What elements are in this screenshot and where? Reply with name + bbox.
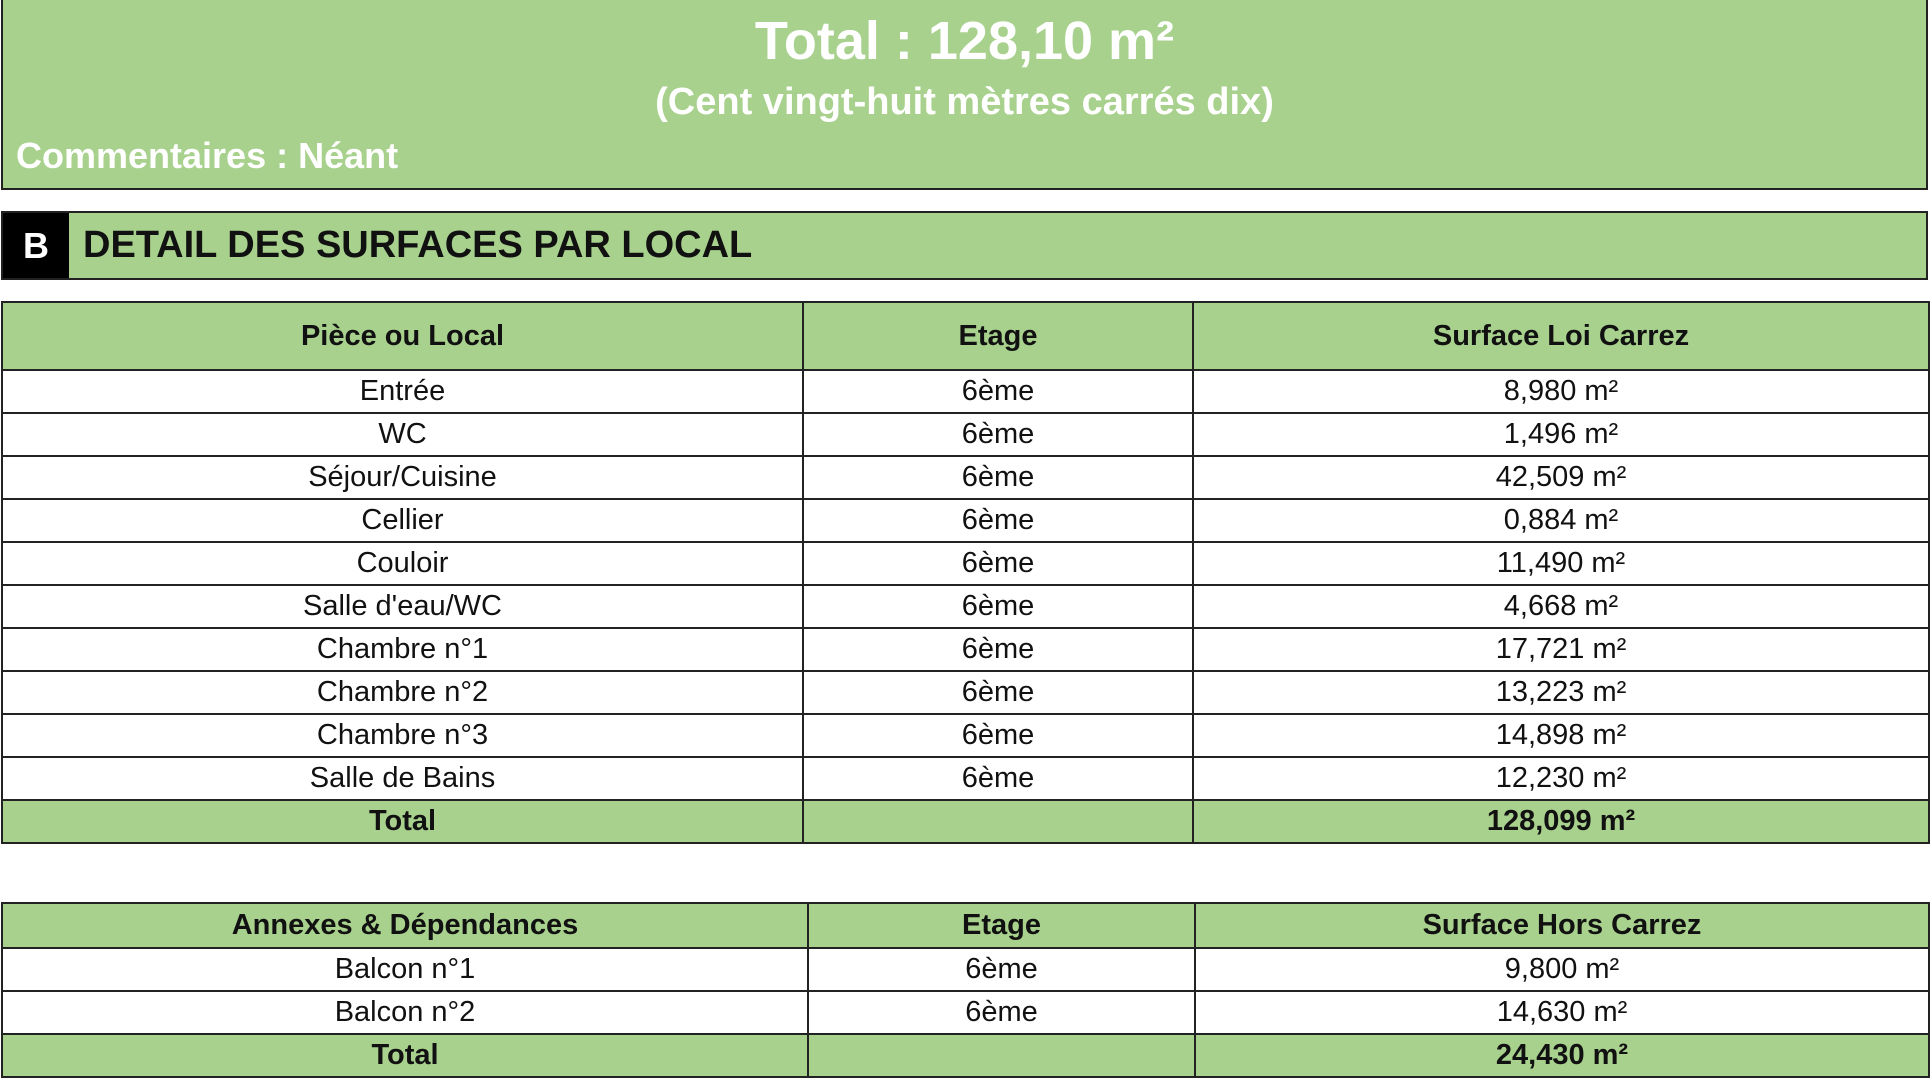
- annexes-table: Annexes & Dépendances Etage Surface Hors…: [1, 902, 1930, 1078]
- total-value: 128,099 m²: [1192, 799, 1930, 844]
- cell-piece: Couloir: [1, 541, 804, 586]
- total-row: Total 24,430 m²: [1, 1033, 1930, 1078]
- table-row: Balcon n°1 6ème 9,800 m²: [1, 947, 1930, 992]
- total-etage: [807, 1033, 1196, 1078]
- cell-piece: Chambre n°3: [1, 713, 804, 758]
- cell-etage: 6ème: [802, 541, 1194, 586]
- section-header: B DETAIL DES SURFACES PAR LOCAL: [1, 211, 1928, 280]
- cell-etage: 6ème: [807, 990, 1196, 1035]
- cell-surface: 17,721 m²: [1192, 627, 1930, 672]
- cell-surface: 0,884 m²: [1192, 498, 1930, 543]
- cell-surface: 12,230 m²: [1192, 756, 1930, 801]
- section-letter: B: [3, 213, 69, 278]
- cell-annexe: Balcon n°1: [1, 947, 809, 992]
- table-row: Entrée 6ème 8,980 m²: [1, 369, 1930, 414]
- cell-etage: 6ème: [802, 498, 1194, 543]
- total-row: Total 128,099 m²: [1, 799, 1930, 844]
- table-row: Salle d'eau/WC 6ème 4,668 m²: [1, 584, 1930, 629]
- table-header-row: Annexes & Dépendances Etage Surface Hors…: [1, 902, 1930, 949]
- cell-surface: 8,980 m²: [1192, 369, 1930, 414]
- cell-piece: WC: [1, 412, 804, 457]
- table-row: Cellier 6ème 0,884 m²: [1, 498, 1930, 543]
- cell-etage: 6ème: [802, 756, 1194, 801]
- cell-etage: 6ème: [802, 584, 1194, 629]
- cell-piece: Salle d'eau/WC: [1, 584, 804, 629]
- total-surface: Total : 128,10 m²: [754, 11, 1175, 71]
- summary-banner: Total : 128,10 m² (Cent vingt-huit mètre…: [1, 0, 1928, 190]
- cell-surface: 14,898 m²: [1192, 713, 1930, 758]
- table-row: Chambre n°3 6ème 14,898 m²: [1, 713, 1930, 758]
- cell-etage: 6ème: [802, 713, 1194, 758]
- cell-surface: 4,668 m²: [1192, 584, 1930, 629]
- cell-etage: 6ème: [802, 670, 1194, 715]
- cell-etage: 6ème: [802, 369, 1194, 414]
- table-row: Chambre n°1 6ème 17,721 m²: [1, 627, 1930, 672]
- cell-surface: 9,800 m²: [1194, 947, 1930, 992]
- column-header-piece: Pièce ou Local: [1, 301, 804, 371]
- total-surface-words: (Cent vingt-huit mètres carrés dix): [655, 81, 1274, 123]
- column-header-annexe: Annexes & Dépendances: [1, 902, 809, 949]
- cell-etage: 6ème: [802, 627, 1194, 672]
- column-header-etage: Etage: [802, 301, 1194, 371]
- column-header-etage: Etage: [807, 902, 1196, 949]
- total-label: Total: [1, 799, 804, 844]
- cell-etage: 6ème: [802, 455, 1194, 500]
- cell-piece: Chambre n°1: [1, 627, 804, 672]
- cell-piece: Salle de Bains: [1, 756, 804, 801]
- table-row: Salle de Bains 6ème 12,230 m²: [1, 756, 1930, 801]
- cell-etage: 6ème: [802, 412, 1194, 457]
- page: Total : 128,10 m² (Cent vingt-huit mètre…: [0, 0, 1931, 1080]
- total-label: Total: [1, 1033, 809, 1078]
- cell-piece: Séjour/Cuisine: [1, 455, 804, 500]
- table-row: Chambre n°2 6ème 13,223 m²: [1, 670, 1930, 715]
- table-row: Couloir 6ème 11,490 m²: [1, 541, 1930, 586]
- table-row: Séjour/Cuisine 6ème 42,509 m²: [1, 455, 1930, 500]
- cell-surface: 13,223 m²: [1192, 670, 1930, 715]
- column-header-surface: Surface Hors Carrez: [1194, 902, 1930, 949]
- cell-annexe: Balcon n°2: [1, 990, 809, 1035]
- cell-piece: Entrée: [1, 369, 804, 414]
- table-row: WC 6ème 1,496 m²: [1, 412, 1930, 457]
- cell-etage: 6ème: [807, 947, 1196, 992]
- table-header-row: Pièce ou Local Etage Surface Loi Carrez: [1, 301, 1930, 371]
- cell-surface: 1,496 m²: [1192, 412, 1930, 457]
- column-header-surface: Surface Loi Carrez: [1192, 301, 1930, 371]
- comment-text: Commentaires : Néant: [16, 135, 399, 176]
- cell-surface: 42,509 m²: [1192, 455, 1930, 500]
- cell-piece: Cellier: [1, 498, 804, 543]
- total-etage: [802, 799, 1194, 844]
- cell-surface: 11,490 m²: [1192, 541, 1930, 586]
- section-title: DETAIL DES SURFACES PAR LOCAL: [83, 224, 753, 266]
- table-row: Balcon n°2 6ème 14,630 m²: [1, 990, 1930, 1035]
- total-value: 24,430 m²: [1194, 1033, 1930, 1078]
- loi-carrez-table: Pièce ou Local Etage Surface Loi Carrez …: [1, 301, 1930, 844]
- cell-surface: 14,630 m²: [1194, 990, 1930, 1035]
- cell-piece: Chambre n°2: [1, 670, 804, 715]
